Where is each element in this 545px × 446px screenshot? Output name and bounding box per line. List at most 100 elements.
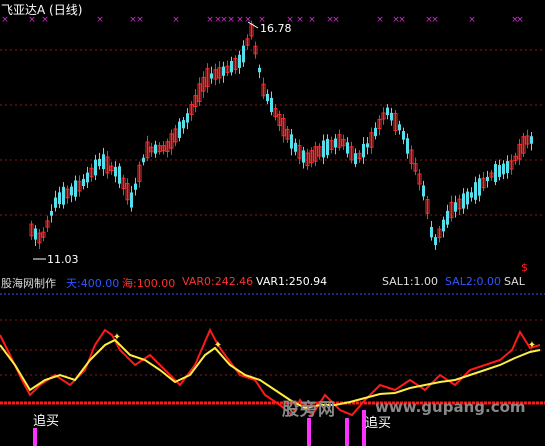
candle-body — [266, 93, 269, 102]
candle-body — [94, 159, 97, 176]
candle-body — [486, 176, 489, 182]
candle-body — [466, 191, 469, 205]
signal-marker: × — [96, 15, 104, 25]
candle-body — [502, 163, 505, 175]
signal-marker: × — [172, 15, 180, 25]
candle-body — [442, 219, 445, 232]
high-price-label: 16.78 — [260, 22, 292, 35]
indicator-t1: 天:400.00 — [66, 277, 120, 290]
indicator-sal: SAL — [504, 275, 525, 288]
signal-marker: × — [296, 15, 304, 25]
signal-marker: × — [308, 15, 316, 25]
signal-marker: × — [1, 15, 9, 25]
low-price-label: 11.03 — [47, 253, 79, 266]
candle-body — [290, 134, 293, 149]
candle-body — [430, 226, 433, 238]
candle-body — [346, 142, 349, 154]
signal-marker: × — [28, 15, 36, 25]
dollar-icon: $ — [521, 261, 528, 274]
watermark-url: www.gupang.com — [375, 398, 526, 416]
candle-body — [390, 112, 393, 121]
signal-marker: × — [431, 15, 439, 25]
indicator-var1: VAR1:250.94 — [256, 275, 328, 288]
candle-body — [222, 66, 225, 76]
candle-body — [402, 131, 405, 140]
sparkle-marker: ✦ — [214, 340, 222, 351]
candle-body — [258, 67, 261, 73]
signal-marker: × — [227, 15, 235, 25]
indicator-var0: VAR0:242.46 — [182, 275, 254, 288]
signal-marker: × — [332, 15, 340, 25]
signal-marker: × — [516, 15, 524, 25]
signal-bar — [307, 418, 311, 446]
candle-body — [74, 180, 77, 197]
candle-body — [422, 185, 425, 197]
watermark-brand: 股旁网 — [282, 400, 336, 420]
candle-body — [326, 138, 329, 156]
chase-buy-label: 追买 — [33, 414, 60, 429]
indicator-source: 股海网制作 — [1, 277, 56, 290]
indicator-chart[interactable]: ✦ ✦ ✦ — [0, 290, 545, 446]
candle-body — [178, 121, 181, 138]
indicator-t2: 海:100.00 — [122, 277, 176, 290]
candle-body — [54, 197, 57, 208]
candle-body — [334, 138, 337, 148]
candle-body — [210, 73, 213, 79]
signal-marker: × — [136, 15, 144, 25]
candle-body — [62, 186, 65, 205]
candle-body — [362, 143, 365, 158]
candle-body — [102, 154, 105, 170]
candle-body — [530, 136, 533, 144]
candle-body — [446, 210, 449, 225]
candle-body — [182, 120, 185, 129]
signal-marker: × — [41, 15, 49, 25]
candle-body — [154, 144, 157, 154]
signal-marker: × — [398, 15, 406, 25]
candle-body — [114, 166, 117, 177]
candlestick-chart[interactable]: × × × × × × × × ×× × × × × × × × ×× × ×× ×× × ×× — [0, 0, 545, 272]
candle-body — [50, 210, 53, 216]
candle-body — [270, 97, 273, 113]
indicator-bar: 股海网制作 天:400.00 海:100.00 VAR0:242.46 VAR1… — [1, 275, 545, 290]
candle-body — [322, 140, 325, 158]
candle-body — [498, 165, 501, 177]
candle-body — [494, 164, 497, 182]
candle-body — [462, 193, 465, 209]
candle-body — [354, 153, 357, 165]
candle-body — [406, 138, 409, 154]
signal-marker: × — [236, 15, 244, 25]
candle-body — [134, 183, 137, 190]
candle-body — [142, 157, 145, 163]
candle-body — [118, 166, 121, 184]
signal-marker: × — [206, 15, 214, 25]
signal-marker: × — [376, 15, 384, 25]
candle-body — [58, 192, 61, 205]
candle-body — [70, 186, 73, 196]
candle-body — [82, 178, 85, 187]
signal-bar — [345, 418, 349, 446]
sparkle-marker: ✦ — [113, 332, 121, 343]
candle-body — [506, 161, 509, 173]
candle-body — [302, 150, 305, 163]
candle-body — [186, 113, 189, 123]
indicator-sal1: SAL1:1.00 — [382, 275, 439, 288]
candle-body — [130, 192, 133, 208]
candle-body — [98, 158, 101, 167]
candle-body — [478, 178, 481, 196]
signal-marker: × — [468, 15, 476, 25]
signal-bar — [33, 428, 37, 446]
candle-body — [242, 45, 245, 63]
candle-body — [230, 60, 233, 73]
candle-body — [86, 172, 89, 183]
candle-body — [398, 124, 401, 131]
sparkle-marker: ✦ — [528, 340, 536, 351]
candle-body — [434, 237, 437, 246]
candle-body — [386, 107, 389, 116]
candle-body — [454, 202, 457, 212]
candle-body — [238, 54, 241, 68]
candle-body — [366, 143, 369, 148]
candle-body — [294, 142, 297, 152]
candle-body — [470, 192, 473, 198]
candle-body — [374, 127, 377, 137]
candle-body — [34, 228, 37, 240]
